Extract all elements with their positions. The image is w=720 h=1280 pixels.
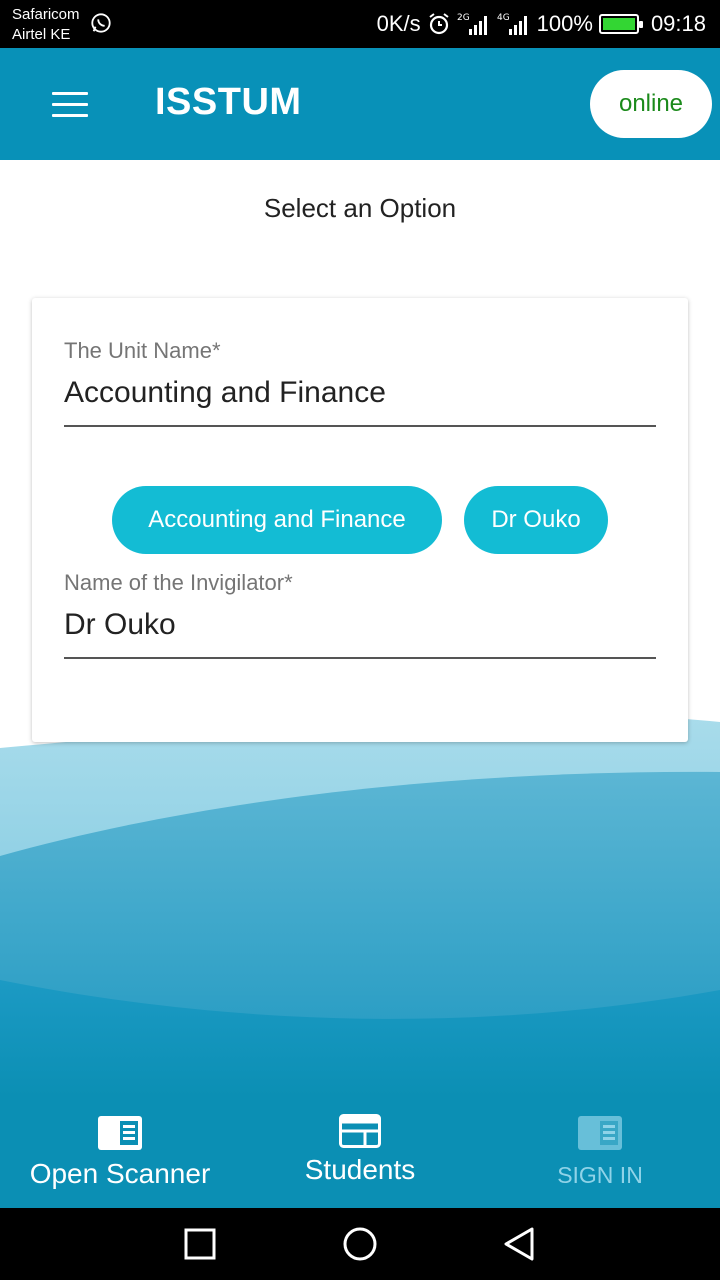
- nav-students[interactable]: Students: [240, 1096, 480, 1208]
- clock: 09:18: [650, 11, 706, 36]
- home-icon[interactable]: [340, 1226, 380, 1262]
- invigilator-input[interactable]: Dr Ouko: [64, 608, 176, 642]
- unit-name-label: The Unit Name*: [64, 338, 221, 363]
- signal-4g-icon: 4G: [497, 13, 527, 35]
- nav-sign-in-label: SIGN IN: [557, 1162, 643, 1188]
- status-bar: Safaricom Airtel KE 0K/s 2G 4G 100% 09:1…: [0, 0, 720, 48]
- chip-invigilator[interactable]: Dr Ouko: [464, 486, 608, 554]
- students-icon: [339, 1114, 381, 1148]
- system-navigation-bar: [0, 1208, 720, 1280]
- invigilator-underline: [64, 657, 656, 659]
- nav-students-label: Students: [304, 1154, 416, 1185]
- nav-open-scanner-label: Open Scanner: [29, 1158, 211, 1189]
- form-card: The Unit Name* Accounting and Finance Ac…: [32, 298, 688, 742]
- scanner-icon: [98, 1116, 142, 1150]
- page-heading: Select an Option: [263, 193, 457, 223]
- app-title: ISSTUM: [155, 81, 302, 123]
- unit-name-underline: [64, 425, 656, 427]
- back-icon[interactable]: [500, 1226, 540, 1262]
- sign-in-icon: [578, 1116, 622, 1150]
- app-bar: ISSTUM online: [0, 48, 720, 160]
- chip-unit[interactable]: Accounting and Finance: [112, 486, 442, 554]
- alarm-icon: [429, 13, 449, 35]
- net-2-label: 4G: [497, 13, 510, 23]
- carrier-2: Airtel KE: [12, 26, 71, 43]
- battery-percent: 100%: [536, 11, 593, 36]
- signal-2g-icon: 2G: [457, 13, 487, 35]
- nav-open-scanner[interactable]: Open Scanner: [0, 1096, 240, 1208]
- carrier-info: Safaricom Airtel KE: [12, 5, 80, 45]
- nav-sign-in[interactable]: SIGN IN: [480, 1096, 720, 1208]
- hamburger-menu-icon[interactable]: [52, 92, 88, 118]
- wave-background: [0, 714, 720, 1096]
- unit-name-input[interactable]: Accounting and Finance: [64, 376, 386, 410]
- bottom-navigation: Open Scanner Students SIGN IN: [0, 1096, 720, 1208]
- online-status-badge[interactable]: online: [590, 70, 712, 138]
- carrier-1: Safaricom: [12, 6, 80, 23]
- invigilator-label: Name of the Invigilator*: [64, 570, 293, 595]
- net-1-label: 2G: [457, 13, 470, 23]
- battery-icon: [598, 14, 643, 34]
- whatsapp-icon: [91, 13, 111, 33]
- network-speed: 0K/s: [376, 11, 421, 36]
- recent-apps-icon[interactable]: [180, 1226, 220, 1262]
